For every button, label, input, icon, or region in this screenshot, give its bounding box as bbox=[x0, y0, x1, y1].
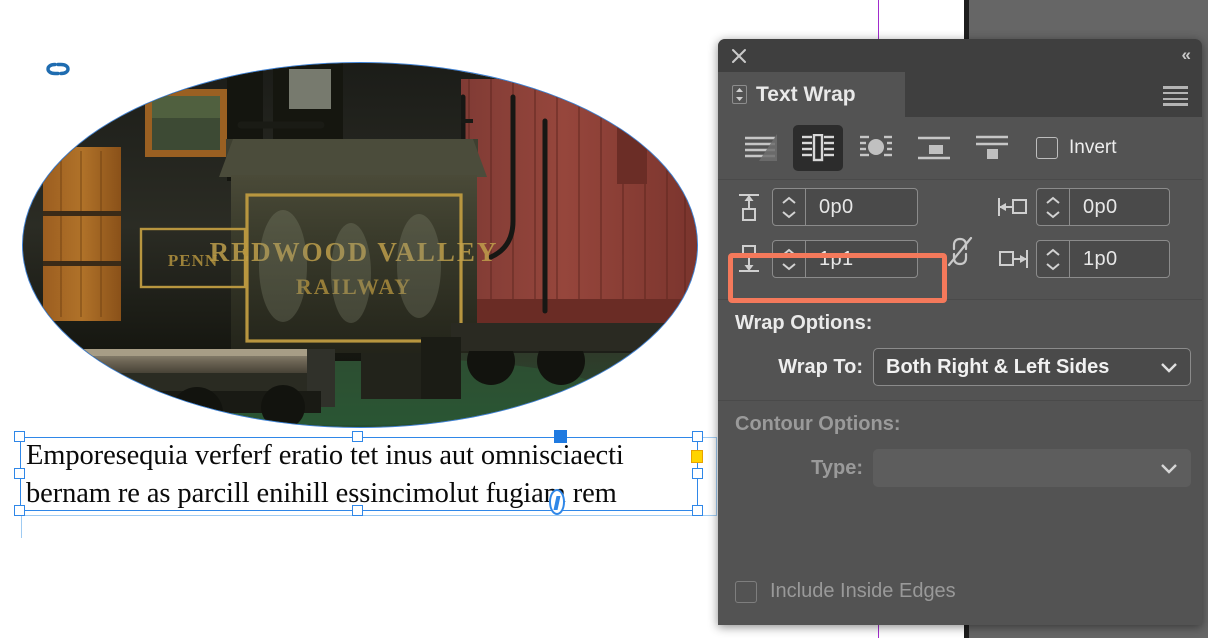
offset-left-stepper[interactable] bbox=[1037, 189, 1070, 225]
offset-left-value[interactable]: 0p0 bbox=[1070, 189, 1169, 225]
frame-handle-bottom-left[interactable] bbox=[14, 505, 25, 516]
invert-label: Invert bbox=[1069, 137, 1117, 158]
offset-bottom-icon bbox=[732, 242, 766, 276]
contour-type-select bbox=[873, 449, 1191, 487]
offset-bottom-value[interactable]: 1p1 bbox=[806, 241, 917, 277]
offset-top-row: 0p0 bbox=[732, 188, 918, 226]
panel-menu-icon[interactable] bbox=[1163, 86, 1188, 106]
frame-handle-middle-left[interactable] bbox=[14, 468, 25, 479]
offset-top-icon bbox=[732, 190, 766, 224]
bounding-box-wrap-icon[interactable] bbox=[793, 125, 843, 171]
outport-glyph bbox=[553, 496, 561, 510]
offset-top-field[interactable]: 0p0 bbox=[772, 188, 918, 226]
contour-options-title: Contour Options: bbox=[735, 413, 901, 435]
offset-right-stepper[interactable] bbox=[1037, 241, 1070, 277]
frame-handle-top-right[interactable] bbox=[692, 431, 703, 442]
contour-options-section: Contour Options: Type: bbox=[718, 401, 1202, 501]
wrap-mode-buttons: Invert bbox=[718, 117, 1202, 180]
photo-image: REDWOOD VALLEY RAILWAY PENN bbox=[23, 63, 697, 427]
panel-tabbar: Text Wrap bbox=[718, 72, 1202, 117]
offset-top-value[interactable]: 0p0 bbox=[806, 189, 917, 225]
broken-chain-link-icon[interactable] bbox=[946, 232, 974, 270]
text-wrap-panel[interactable]: « Text Wrap Invert 0p0 1p1 0p0 1p0 Wrap … bbox=[718, 39, 1202, 625]
offset-left-field[interactable]: 0p0 bbox=[1036, 188, 1170, 226]
wrap-to-row: Wrap To: Both Right & Left Sides bbox=[718, 348, 1202, 386]
include-inside-edges-label: Include Inside Edges bbox=[770, 580, 956, 602]
panel-titlebar[interactable]: « bbox=[718, 39, 1202, 72]
no-wrap-icon[interactable] bbox=[735, 125, 785, 171]
frame-handle-top-center[interactable] bbox=[352, 431, 363, 442]
wrap-options-section: Wrap Options: Wrap To: Both Right & Left… bbox=[718, 300, 1202, 401]
offset-bottom-stepper[interactable] bbox=[773, 241, 806, 277]
svg-text:PENN: PENN bbox=[168, 251, 218, 270]
offset-left-row: 0p0 bbox=[996, 188, 1170, 226]
offset-right-row: 1p0 bbox=[996, 240, 1170, 278]
offset-bottom-field[interactable]: 1p1 bbox=[772, 240, 918, 278]
wrap-to-label: Wrap To: bbox=[778, 355, 863, 378]
frame-handle-selected[interactable] bbox=[554, 430, 567, 443]
tab-text-wrap[interactable]: Text Wrap bbox=[718, 72, 905, 117]
wrap-to-select[interactable]: Both Right & Left Sides bbox=[873, 348, 1191, 386]
corner-options-handle[interactable] bbox=[691, 450, 703, 463]
invert-checkbox[interactable] bbox=[1036, 137, 1058, 159]
jump-object-icon[interactable] bbox=[909, 125, 959, 171]
jump-next-column-icon[interactable] bbox=[967, 125, 1017, 171]
frame-handle-middle-right[interactable] bbox=[692, 468, 703, 479]
story-line-1: Emporesequia verferf eratio tet inus aut… bbox=[26, 440, 624, 471]
chevron-down-icon bbox=[1160, 462, 1178, 480]
offset-right-value[interactable]: 1p0 bbox=[1070, 241, 1169, 277]
text-frame-outport[interactable] bbox=[549, 489, 565, 515]
offset-right-icon bbox=[996, 242, 1030, 276]
offset-right-field[interactable]: 1p0 bbox=[1036, 240, 1170, 278]
close-icon[interactable] bbox=[728, 45, 750, 67]
story-text[interactable]: Emporesequia verferf eratio tet inus aut… bbox=[26, 437, 686, 513]
object-shape-wrap-icon[interactable] bbox=[851, 125, 901, 171]
contour-type-row: Type: bbox=[718, 449, 1202, 487]
double-chevron-left-icon[interactable]: « bbox=[1182, 46, 1192, 64]
offset-left-icon bbox=[996, 190, 1030, 224]
chevron-down-icon bbox=[1160, 361, 1178, 379]
panel-title: Text Wrap bbox=[756, 82, 856, 106]
panel-grip-icon bbox=[732, 85, 747, 104]
offset-top-stepper[interactable] bbox=[773, 189, 806, 225]
wrap-options-title: Wrap Options: bbox=[735, 312, 873, 334]
contour-type-label: Type: bbox=[811, 456, 863, 479]
invert-control[interactable]: Invert bbox=[1036, 137, 1117, 159]
ellipse-clipped-photo[interactable]: REDWOOD VALLEY RAILWAY PENN bbox=[22, 62, 698, 428]
frame-handle-bottom-center[interactable] bbox=[352, 505, 363, 516]
frame-handle-top-left[interactable] bbox=[14, 431, 25, 442]
frame-handle-bottom-right[interactable] bbox=[692, 505, 703, 516]
offset-bottom-row: 1p1 bbox=[732, 240, 918, 278]
include-inside-edges-checkbox bbox=[735, 580, 757, 603]
wrap-to-value: Both Right & Left Sides bbox=[886, 355, 1110, 378]
include-inside-edges-control: Include Inside Edges bbox=[735, 580, 956, 603]
